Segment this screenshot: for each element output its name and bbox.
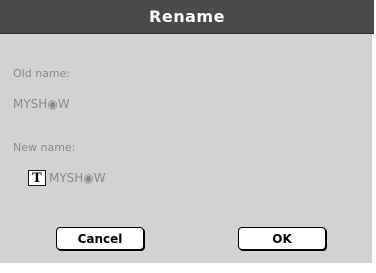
old-name-label: Old name: — [13, 67, 71, 80]
dialog-titlebar: Rename — [0, 0, 374, 34]
rename-dialog: Rename Old name: MYSH◉W New name: T MYSH… — [0, 0, 374, 263]
new-name-field[interactable]: MYSH◉W — [49, 171, 106, 185]
old-name-value: MYSH◉W — [13, 97, 70, 111]
dialog-title: Rename — [149, 7, 225, 26]
text-edit-icon[interactable]: T — [28, 170, 46, 186]
new-name-label: New name: — [13, 141, 76, 154]
cancel-button[interactable]: Cancel — [56, 227, 144, 250]
ok-button[interactable]: OK — [238, 227, 326, 250]
